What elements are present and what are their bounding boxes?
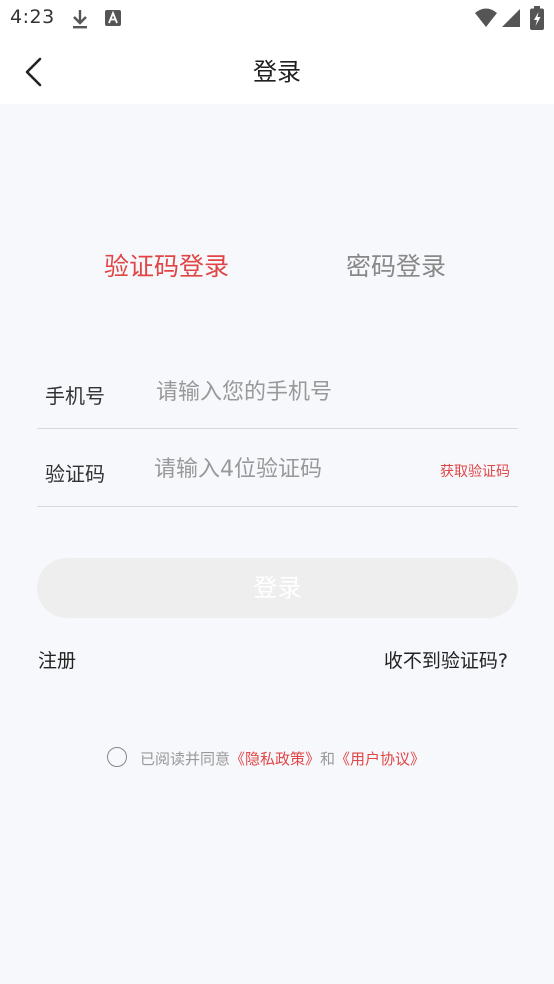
wifi-icon <box>474 7 498 33</box>
agreement-text: 已阅读并同意《隐私政策》和《用户协议》 <box>140 748 425 769</box>
phone-row: 手机号 <box>37 350 518 429</box>
tab-password-login[interactable]: 密码登录 <box>346 247 446 283</box>
user-agreement-link[interactable]: 《用户协议》 <box>335 750 425 768</box>
code-input[interactable] <box>154 454 414 484</box>
register-link[interactable]: 注册 <box>38 646 76 673</box>
privacy-policy-link[interactable]: 《隐私政策》 <box>230 750 320 768</box>
code-row: 验证码 获取验证码 <box>37 428 518 507</box>
code-label: 验证码 <box>45 462 105 486</box>
a-badge-icon <box>104 9 122 31</box>
phone-label: 手机号 <box>45 384 105 408</box>
battery-charging-icon <box>530 6 544 34</box>
agreement-and: 和 <box>320 750 336 768</box>
page-title: 登录 <box>253 58 301 86</box>
phone-input[interactable] <box>156 377 496 407</box>
tab-sms-login[interactable]: 验证码登录 <box>104 247 229 283</box>
status-time: 4:23 <box>10 6 55 28</box>
signal-icon <box>500 7 522 33</box>
login-button[interactable]: 登录 <box>37 558 518 618</box>
status-bar: 4:23 <box>0 0 554 38</box>
agree-checkbox[interactable] <box>107 747 127 767</box>
no-code-link[interactable]: 收不到验证码? <box>384 646 508 673</box>
get-code-button[interactable]: 获取验证码 <box>440 461 510 481</box>
app-header: 登录 <box>0 38 554 104</box>
agreement-prefix: 已阅读并同意 <box>140 750 231 768</box>
download-icon <box>70 8 90 34</box>
